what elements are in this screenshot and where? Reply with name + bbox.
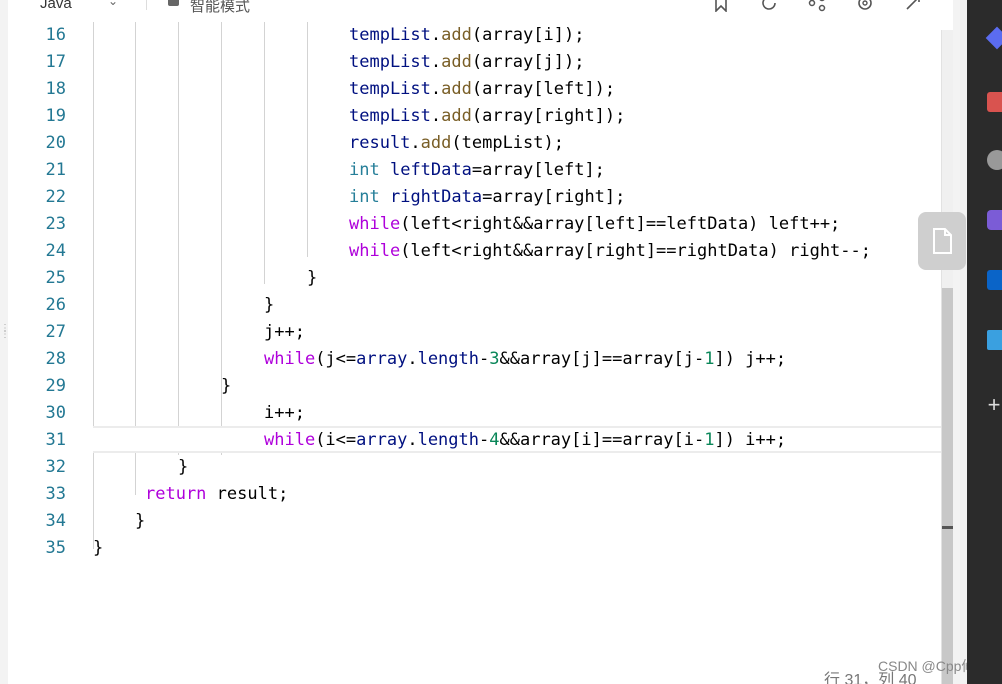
gear-icon[interactable] bbox=[856, 0, 874, 12]
code-text: while(left<right&&array[left]==leftData)… bbox=[349, 214, 841, 234]
scrollbar-cursor-marker bbox=[942, 526, 953, 529]
code-line[interactable]: 29} bbox=[8, 373, 933, 400]
line-number: 27 bbox=[45, 322, 66, 342]
line-number: 26 bbox=[45, 295, 66, 315]
refresh-icon[interactable] bbox=[760, 0, 778, 12]
code-text: while(i<=array.length-4&&array[i]==array… bbox=[264, 430, 787, 450]
code-text: return result; bbox=[145, 484, 289, 504]
toolbar-divider bbox=[146, 0, 147, 10]
code-line[interactable]: 34} bbox=[8, 508, 933, 535]
copilot-icon[interactable] bbox=[987, 210, 1002, 230]
line-number: 35 bbox=[45, 538, 66, 558]
code-editor[interactable]: Java ⌄ 智能模式 16 tempList.add(array[i]); 17 t… bbox=[8, 0, 953, 684]
code-text: } bbox=[264, 295, 275, 315]
code-line[interactable]: 18 tempList.add(array[left]); bbox=[8, 76, 933, 103]
code-text: while(left<right&&array[right]==rightDat… bbox=[349, 241, 871, 261]
code-text: while(j<=array.length-3&&array[j]==array… bbox=[264, 349, 787, 369]
send-icon[interactable] bbox=[987, 330, 1002, 350]
line-number: 23 bbox=[45, 214, 66, 234]
line-number: 31 bbox=[45, 430, 66, 450]
code-line[interactable]: 24 while(left<right&&array[right]==rightD… bbox=[8, 238, 933, 265]
line-number: 34 bbox=[45, 511, 66, 531]
code-text: tempList.add(array[j]); bbox=[349, 52, 585, 72]
line-number: 25 bbox=[45, 268, 66, 288]
line-number: 29 bbox=[45, 376, 66, 396]
mode-icon bbox=[168, 0, 179, 6]
code-text: int leftData=array[left]; bbox=[349, 160, 605, 180]
code-text: tempList.add(array[i]); bbox=[349, 25, 585, 45]
line-number: 33 bbox=[45, 484, 66, 504]
code-text: } bbox=[221, 376, 232, 396]
code-text: i++; bbox=[264, 403, 305, 423]
code-line[interactable]: 31 while(i<=array.length-4&&array[i]==arr… bbox=[8, 427, 933, 454]
app-diamond-icon[interactable] bbox=[985, 26, 1002, 50]
code-text: } bbox=[178, 457, 189, 477]
line-number: 19 bbox=[45, 106, 66, 126]
code-line[interactable]: 33 return result; bbox=[8, 481, 933, 508]
code-line[interactable]: 27 j++; bbox=[8, 319, 933, 346]
code-line[interactable]: 30 i++; bbox=[8, 400, 933, 427]
outlook-icon[interactable] bbox=[987, 270, 1002, 290]
code-text: result.add(tempList); bbox=[349, 133, 564, 153]
line-number: 28 bbox=[45, 349, 66, 369]
code-line[interactable]: 26} bbox=[8, 292, 933, 319]
code-text: } bbox=[135, 511, 146, 531]
code-line[interactable]: 25} bbox=[8, 265, 933, 292]
document-icon bbox=[933, 228, 952, 254]
expand-icon[interactable] bbox=[904, 0, 922, 12]
code-line[interactable]: 20 result.add(tempList); bbox=[8, 130, 933, 157]
line-number: 24 bbox=[45, 241, 66, 261]
code-text: } bbox=[307, 268, 318, 288]
code-text: tempList.add(array[left]); bbox=[349, 79, 616, 99]
code-line[interactable]: 22 int rightData=array[right]; bbox=[8, 184, 933, 211]
toolbox-icon[interactable] bbox=[987, 92, 1002, 112]
code-text: int rightData=array[right]; bbox=[349, 187, 626, 207]
code-area[interactable]: 16 tempList.add(array[i]); 17 tempList.add(… bbox=[8, 22, 953, 684]
editor-toolbar: Java ⌄ 智能模式 bbox=[8, 0, 953, 14]
line-number: 16 bbox=[45, 25, 66, 45]
mode-label[interactable]: 智能模式 bbox=[190, 0, 250, 14]
line-number: 30 bbox=[45, 403, 66, 423]
add-icon[interactable]: + bbox=[987, 394, 1001, 416]
code-text: tempList.add(array[right]); bbox=[349, 106, 626, 126]
line-number: 22 bbox=[45, 187, 66, 207]
line-number: 18 bbox=[45, 79, 66, 99]
line-number: 21 bbox=[45, 160, 66, 180]
code-line[interactable]: 32} bbox=[8, 454, 933, 481]
scrollbar-thumb[interactable] bbox=[942, 288, 953, 684]
code-text: } bbox=[93, 538, 104, 558]
share-icon[interactable] bbox=[808, 0, 826, 12]
line-number: 32 bbox=[45, 457, 66, 477]
code-line[interactable]: 21 int leftData=array[left]; bbox=[8, 157, 933, 184]
code-text: j++; bbox=[264, 322, 305, 342]
code-line[interactable]: 17 tempList.add(array[j]); bbox=[8, 49, 933, 76]
code-line[interactable]: 19 tempList.add(array[right]); bbox=[8, 103, 933, 130]
vertical-scrollbar[interactable] bbox=[941, 30, 953, 684]
line-number: 17 bbox=[45, 52, 66, 72]
side-taskbar: + bbox=[967, 0, 1002, 684]
chevron-down-icon[interactable]: ⌄ bbox=[108, 0, 118, 8]
line-number: 20 bbox=[45, 133, 66, 153]
code-line[interactable]: 35} bbox=[8, 535, 933, 562]
drag-handle[interactable]: ⋮ ⋮ bbox=[0, 324, 10, 350]
document-button[interactable] bbox=[918, 212, 966, 270]
code-line[interactable]: 28 while(j<=array.length-3&&array[j]==arr… bbox=[8, 346, 933, 373]
bookmark-icon[interactable] bbox=[712, 0, 730, 12]
code-line[interactable]: 16 tempList.add(array[i]); bbox=[8, 22, 933, 49]
user-icon[interactable] bbox=[987, 150, 1002, 170]
code-line[interactable]: 23 while(left<right&&array[left]==leftDat… bbox=[8, 211, 933, 238]
language-selector[interactable]: Java bbox=[40, 0, 72, 12]
